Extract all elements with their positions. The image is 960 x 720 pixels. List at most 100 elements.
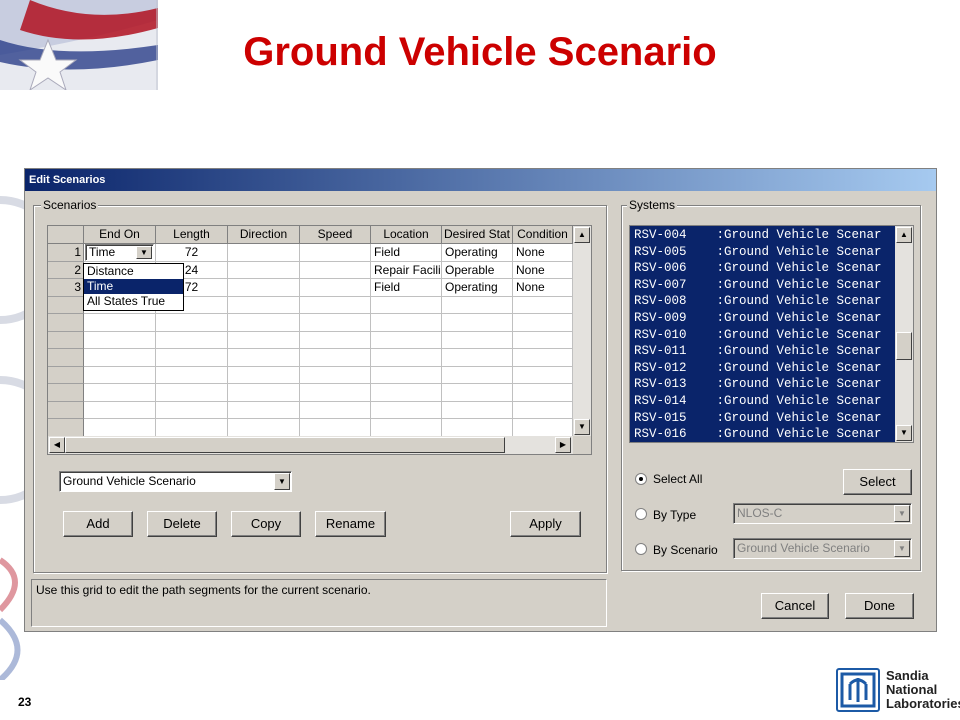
grid-cell-empty[interactable] [84,331,156,349]
horizontal-scroll-thumb[interactable] [65,437,505,453]
grid-cell-condition-2[interactable]: None [513,261,573,279]
scenario-filter-select[interactable]: Ground Vehicle Scenario ▼ [733,538,912,559]
grid-cell-empty[interactable] [371,296,442,314]
row-header-empty[interactable] [48,296,84,314]
row-header-empty[interactable] [48,384,84,402]
row-header-1[interactable]: 1 [48,244,84,262]
end-on-dropdown-list[interactable]: Distance Time All States True [83,263,184,311]
grid-cell-empty[interactable] [371,366,442,384]
by-type-radio[interactable] [635,508,647,520]
scroll-down-icon[interactable]: ▼ [574,419,590,435]
copy-button[interactable]: Copy [231,511,301,537]
column-header-speed[interactable]: Speed [300,226,371,244]
grid-cell-empty[interactable] [156,349,228,367]
dropdown-option-time[interactable]: Time [84,279,183,294]
grid-cell-empty[interactable] [84,366,156,384]
grid-cell-empty[interactable] [300,296,371,314]
system-list-item[interactable]: RSV-009 :Ground Vehicle Scenar [634,310,882,327]
scroll-up-icon[interactable]: ▲ [574,227,590,243]
systems-list[interactable]: RSV-004 :Ground Vehicle Scenar RSV-005 :G… [629,225,914,443]
grid-cell-empty[interactable] [156,419,228,437]
grid-cell-empty[interactable] [228,401,300,419]
chevron-down-icon[interactable]: ▼ [136,246,152,259]
column-header-condition[interactable]: Condition [513,226,573,244]
grid-cell-empty[interactable] [300,314,371,332]
system-list-item[interactable]: RSV-015 :Ground Vehicle Scenar [634,410,882,427]
grid-cell-desired-state-1[interactable]: Operating [442,244,513,262]
grid-cell-desired-state-2[interactable]: Operable [442,261,513,279]
apply-button[interactable]: Apply [510,511,581,537]
grid-cell-empty[interactable] [442,314,513,332]
row-header-empty[interactable] [48,349,84,367]
chevron-down-icon[interactable]: ▼ [894,540,910,557]
grid-cell-location-2[interactable]: Repair Facili [371,261,442,279]
grid-cell-empty[interactable] [371,401,442,419]
system-list-item[interactable]: RSV-010 :Ground Vehicle Scenar [634,327,882,344]
scenario-grid[interactable]: End On Length Direction Speed Location D… [47,225,592,455]
column-header-length[interactable]: Length [156,226,228,244]
grid-cell-empty[interactable] [513,366,573,384]
grid-cell-empty[interactable] [300,384,371,402]
grid-cell-empty[interactable] [442,296,513,314]
grid-cell-empty[interactable] [300,366,371,384]
grid-cell-empty[interactable] [300,419,371,437]
grid-cell-location-3[interactable]: Field [371,279,442,297]
grid-cell-empty[interactable] [84,401,156,419]
grid-cell-empty[interactable] [228,349,300,367]
grid-cell-empty[interactable] [371,419,442,437]
chevron-down-icon[interactable]: ▼ [894,505,910,522]
system-list-item[interactable]: RSV-013 :Ground Vehicle Scenar [634,376,882,393]
row-header-empty[interactable] [48,366,84,384]
by-scenario-radio[interactable] [635,543,647,555]
grid-vertical-scrollbar[interactable] [573,226,591,436]
grid-cell-empty[interactable] [300,401,371,419]
grid-cell-empty[interactable] [371,384,442,402]
grid-cell-empty[interactable] [228,314,300,332]
grid-cell-direction-3[interactable] [228,279,300,297]
system-list-item[interactable]: RSV-016 :Ground Vehicle Scenar [634,426,882,442]
grid-cell-empty[interactable] [513,314,573,332]
column-header-desired-state[interactable]: Desired Stat [442,226,513,244]
grid-cell-empty[interactable] [228,331,300,349]
dropdown-option-all-states-true[interactable]: All States True [84,294,183,309]
grid-cell-empty[interactable] [228,419,300,437]
grid-cell-empty[interactable] [84,314,156,332]
grid-cell-empty[interactable] [442,366,513,384]
scenario-select[interactable]: Ground Vehicle Scenario ▼ [59,471,292,492]
grid-cell-direction-2[interactable] [228,261,300,279]
row-header-empty[interactable] [48,331,84,349]
grid-cell-empty[interactable] [442,401,513,419]
grid-cell-empty[interactable] [442,384,513,402]
type-select[interactable]: NLOS-C ▼ [733,503,912,524]
grid-cell-empty[interactable] [513,296,573,314]
grid-cell-empty[interactable] [513,401,573,419]
grid-cell-empty[interactable] [228,296,300,314]
grid-cell-speed-3[interactable] [300,279,371,297]
row-header-3[interactable]: 3 [48,279,84,297]
system-list-item[interactable]: RSV-007 :Ground Vehicle Scenar [634,277,882,294]
row-header-empty[interactable] [48,314,84,332]
grid-cell-speed-2[interactable] [300,261,371,279]
grid-cell-direction-1[interactable] [228,244,300,262]
grid-cell-empty[interactable] [513,331,573,349]
scroll-up-icon[interactable]: ▲ [896,227,912,243]
end-on-combo[interactable]: Time ▼ [85,244,154,261]
grid-cell-empty[interactable] [442,419,513,437]
cancel-button[interactable]: Cancel [761,593,829,619]
system-list-item[interactable]: RSV-006 :Ground Vehicle Scenar [634,260,882,277]
system-list-item[interactable]: RSV-011 :Ground Vehicle Scenar [634,343,882,360]
scroll-left-icon[interactable]: ◀ [49,437,65,453]
system-list-item[interactable]: RSV-012 :Ground Vehicle Scenar [634,360,882,377]
grid-cell-empty[interactable] [84,384,156,402]
row-header-empty[interactable] [48,419,84,437]
select-button[interactable]: Select [843,469,912,495]
grid-cell-empty[interactable] [156,331,228,349]
system-list-item[interactable]: RSV-014 :Ground Vehicle Scenar [634,393,882,410]
grid-cell-empty[interactable] [156,401,228,419]
grid-cell-empty[interactable] [228,384,300,402]
grid-cell-speed-1[interactable] [300,244,371,262]
grid-cell-empty[interactable] [371,349,442,367]
grid-cell-empty[interactable] [300,331,371,349]
grid-cell-empty[interactable] [442,331,513,349]
grid-cell-empty[interactable] [513,384,573,402]
